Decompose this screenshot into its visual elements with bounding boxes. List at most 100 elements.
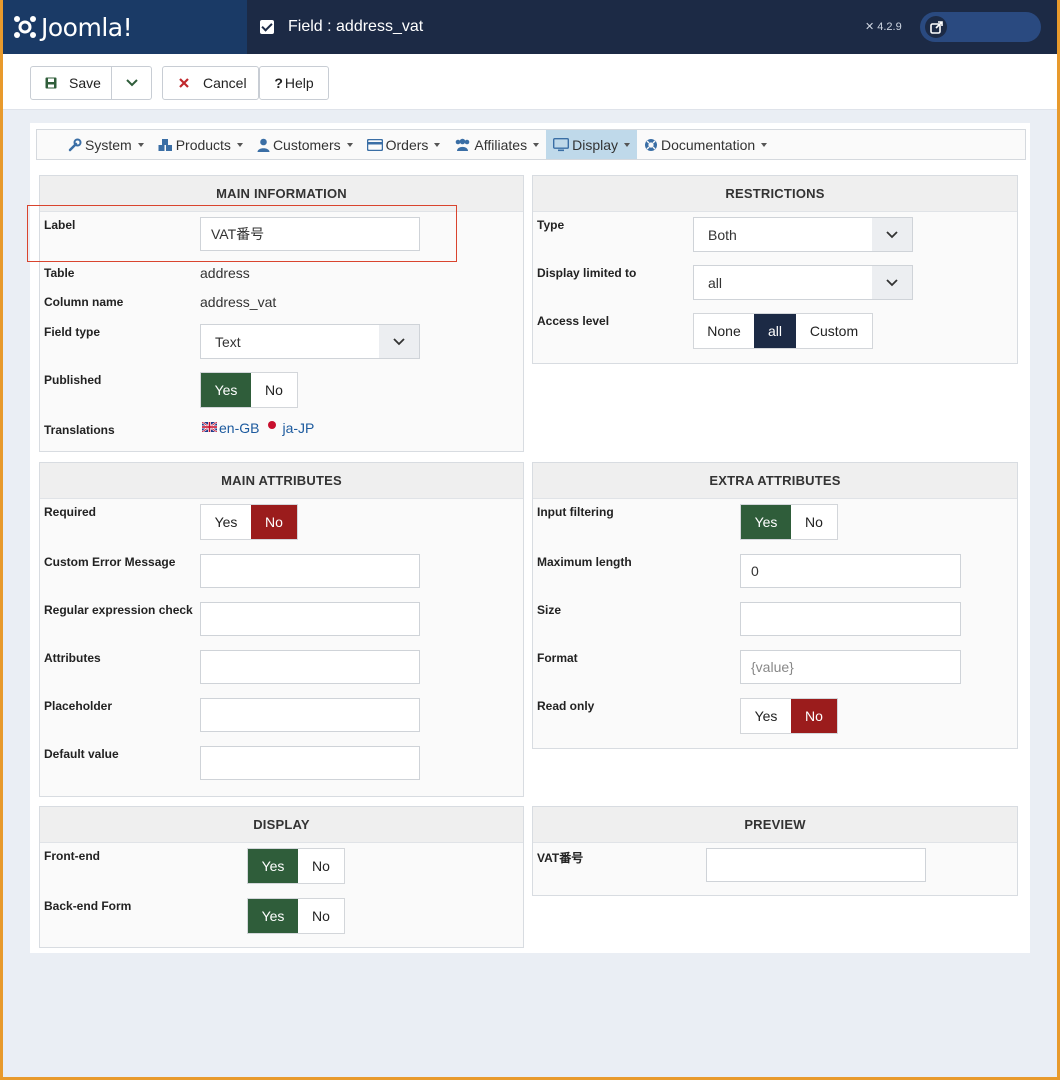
custom-error-input[interactable] (200, 554, 420, 588)
translations-links: en-GB ja-JP (201, 420, 314, 436)
chevron-down-icon (872, 218, 912, 251)
menu-display-label: Display (572, 136, 618, 153)
format-label: Format (537, 651, 578, 665)
required-toggle: Yes No (200, 504, 298, 540)
read-only-yes-option[interactable]: Yes (741, 699, 791, 733)
app-frame: Joomla! Field : address_vat ✕4.2.9 Save (3, 0, 1057, 1077)
caret-down-icon (434, 142, 441, 147)
preview-field-label: VAT番号 (537, 851, 584, 865)
help-button[interactable]: ? Help (259, 66, 329, 100)
panel-title: EXTRA ATTRIBUTES (533, 463, 1017, 499)
placeholder-input[interactable] (200, 698, 420, 732)
japan-flag-icon (268, 421, 277, 429)
input-filtering-label: Input filtering (537, 505, 614, 519)
type-value: Both (708, 227, 737, 243)
menu-system[interactable]: System (61, 130, 151, 159)
input-filtering-no-option[interactable]: No (791, 505, 837, 539)
menu-documentation[interactable]: Documentation (637, 130, 774, 159)
brand-name: Joomla! (41, 12, 133, 42)
default-value-input[interactable] (200, 746, 420, 780)
required-no-option[interactable]: No (251, 505, 297, 539)
format-input[interactable]: {value} (740, 650, 961, 684)
menu-affiliates-label: Affiliates (474, 136, 528, 153)
placeholder-label: Placeholder (44, 699, 113, 713)
default-value-label: Default value (44, 747, 119, 761)
menu-affiliates[interactable]: Affiliates (447, 130, 546, 159)
table-value: address (200, 265, 250, 281)
max-length-label: Maximum length (537, 555, 632, 569)
front-end-no-option[interactable]: No (298, 849, 344, 883)
menu-products[interactable]: Products (151, 130, 250, 159)
panel-title: DISPLAY (40, 807, 523, 843)
front-end-yes-option[interactable]: Yes (248, 849, 298, 883)
type-label: Type (537, 218, 565, 232)
display-limited-value: all (708, 275, 723, 291)
regex-check-label: Regular expression check (44, 603, 193, 617)
joomla-small-icon: ✕ (865, 21, 875, 33)
checkbox-icon (260, 20, 274, 34)
size-label: Size (537, 603, 562, 617)
attributes-input[interactable] (200, 650, 420, 684)
access-none-option[interactable]: None (694, 314, 754, 348)
panel-main-attributes: MAIN ATTRIBUTES Required Yes No Custom E… (39, 462, 524, 797)
input-filtering-yes-option[interactable]: Yes (741, 505, 791, 539)
back-end-form-yes-option[interactable]: Yes (248, 899, 298, 933)
type-select[interactable]: Both (693, 217, 913, 252)
table-label: Table (44, 266, 75, 280)
required-label: Required (44, 505, 97, 519)
chevron-down-icon (379, 325, 419, 358)
panel-preview: PREVIEW VAT番号 (532, 806, 1018, 896)
user-menu-button[interactable] (920, 12, 1041, 42)
external-link-icon (925, 16, 947, 38)
menu-display[interactable]: Display (546, 130, 637, 159)
caret-down-icon (533, 142, 540, 147)
field-type-select[interactable]: Text (200, 324, 420, 359)
brand-logo[interactable]: Joomla! (3, 0, 247, 54)
chevron-down-icon (125, 78, 139, 88)
cancel-button[interactable]: Cancel (162, 66, 259, 100)
access-custom-option[interactable]: Custom (796, 314, 872, 348)
question-icon: ? (274, 75, 283, 91)
size-input[interactable] (740, 602, 961, 636)
access-all-option[interactable]: all (754, 314, 796, 348)
back-end-form-label: Back-end Form (44, 899, 132, 913)
user-icon (257, 138, 270, 152)
published-toggle: Yes No (200, 372, 298, 408)
regex-check-input[interactable] (200, 602, 420, 636)
action-toolbar: Save Cancel ? Help (3, 54, 1057, 110)
front-end-label: Front-end (44, 849, 100, 863)
wrench-icon (68, 138, 82, 152)
translation-en-gb-link[interactable]: en-GB (219, 420, 259, 436)
access-level-label: Access level (537, 314, 610, 328)
required-yes-option[interactable]: Yes (201, 505, 251, 539)
preview-field-input[interactable] (706, 848, 926, 882)
back-end-form-toggle: Yes No (247, 898, 345, 934)
caret-down-icon (137, 142, 144, 147)
published-no-option[interactable]: No (251, 373, 297, 407)
save-label: Save (69, 75, 101, 91)
max-length-input[interactable]: 0 (740, 554, 961, 588)
menu-customers-label: Customers (272, 136, 341, 153)
cubes-icon (158, 138, 173, 152)
read-only-label: Read only (537, 699, 595, 713)
save-button[interactable]: Save (30, 66, 112, 100)
panel-title: MAIN ATTRIBUTES (40, 463, 523, 499)
display-limited-select[interactable]: all (693, 265, 913, 300)
back-end-form-no-option[interactable]: No (298, 899, 344, 933)
menu-customers[interactable]: Customers (250, 130, 360, 159)
component-menu: System Products Customers Orders Affilia… (36, 129, 1026, 160)
save-options-dropdown[interactable] (111, 66, 152, 100)
attributes-label: Attributes (44, 651, 101, 665)
published-yes-option[interactable]: Yes (201, 373, 251, 407)
save-icon (45, 77, 57, 89)
uk-flag-icon (201, 420, 218, 433)
field-type-label: Field type (44, 325, 101, 339)
field-type-value: Text (215, 334, 241, 350)
panel-extra-attributes: EXTRA ATTRIBUTES Input filtering Yes No … (532, 462, 1018, 749)
translation-ja-jp-link[interactable]: ja-JP (282, 420, 314, 436)
menu-orders[interactable]: Orders (360, 130, 448, 159)
display-limited-label: Display limited to (537, 266, 637, 280)
published-label: Published (44, 373, 102, 387)
panel-display: DISPLAY Front-end Yes No Back-end Form Y… (39, 806, 524, 948)
read-only-no-option[interactable]: No (791, 699, 837, 733)
